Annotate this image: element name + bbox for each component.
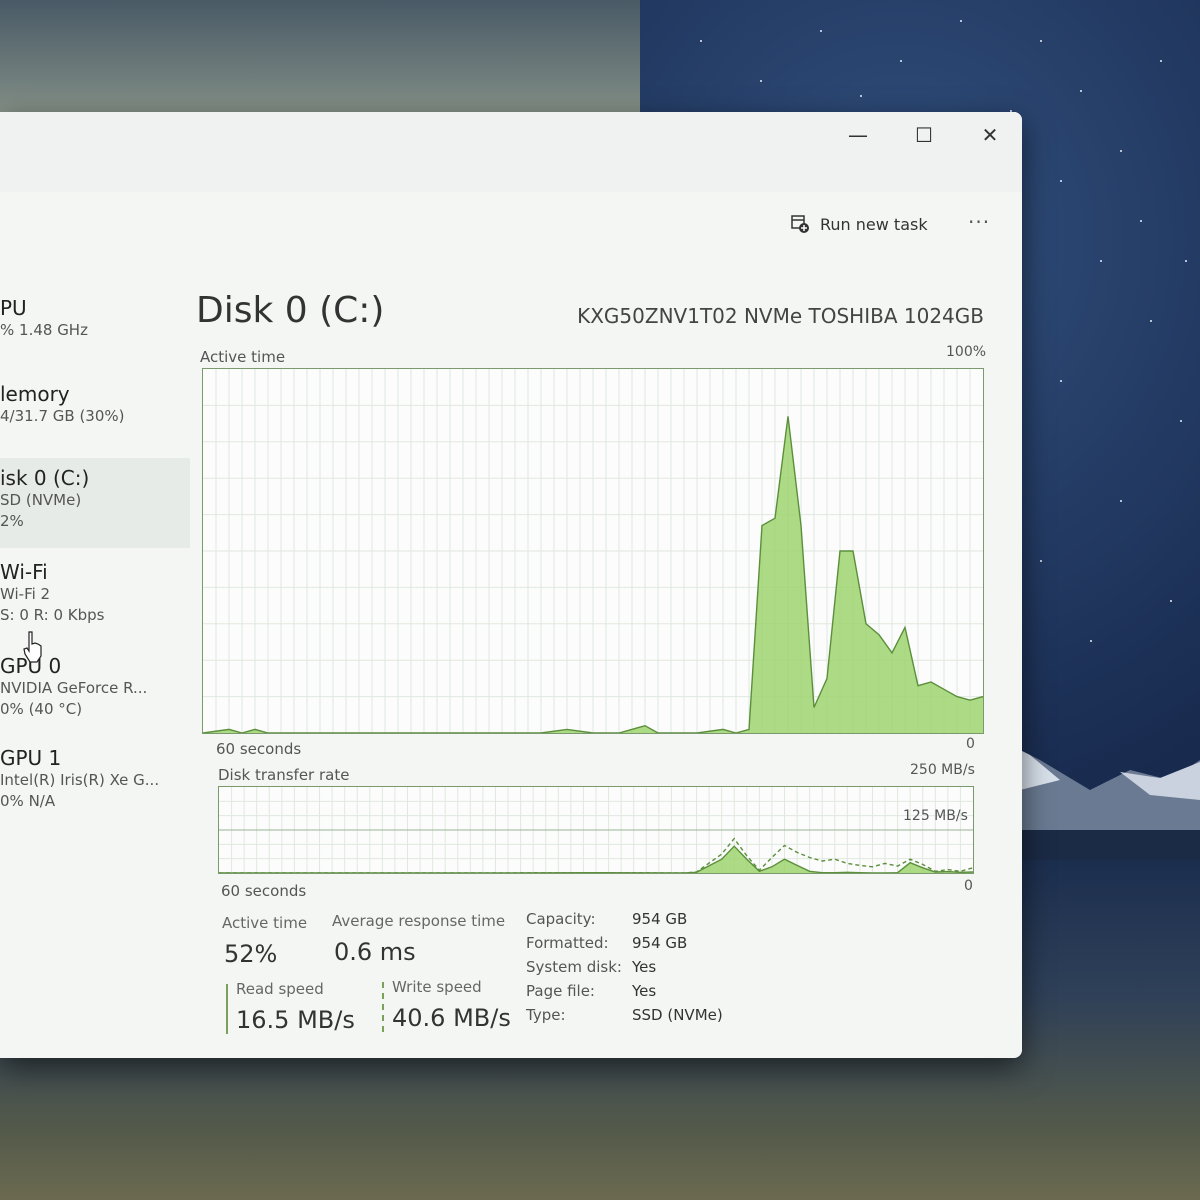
sidebar-item-gpu0[interactable]: GPU 0 NVIDIA GeForce R... 0% (40 °C)	[0, 654, 190, 734]
task-manager-window: — ☐ ✕ Run new task ··· PU % 1.48 GHz lem…	[0, 112, 1022, 1058]
close-button[interactable]: ✕	[970, 120, 1010, 150]
read-speed-label: Read speed	[236, 980, 324, 998]
active-time-max-label: 100%	[946, 344, 987, 360]
star	[960, 20, 962, 22]
active-time-graph-label: Active time	[200, 348, 286, 366]
sidebar-item-subtitle: Intel(R) Iris(R) Xe G...	[0, 771, 160, 789]
sidebar-item-title: Wi-Fi	[0, 560, 48, 584]
sidebar-item-subtitle: Wi-Fi 2	[0, 585, 51, 603]
transfer-rate-graph	[218, 786, 974, 874]
star	[1040, 560, 1042, 562]
title-bar: — ☐ ✕	[0, 112, 1022, 192]
wallpaper-mountains	[1000, 740, 1200, 880]
run-new-task-label: Run new task	[820, 214, 928, 234]
write-speed-value: 40.6 MB/s	[392, 1004, 511, 1032]
sidebar-item-cpu[interactable]: PU % 1.48 GHz	[0, 296, 190, 366]
sidebar-item-title: PU	[0, 296, 27, 320]
system-disk-value: Yes	[632, 958, 657, 976]
star	[900, 60, 902, 62]
transfer-rate-graph-label: Disk transfer rate	[218, 766, 350, 784]
sidebar-item-disk[interactable]: isk 0 (C:) SD (NVMe) 2%	[0, 458, 190, 548]
hand-cursor-icon	[23, 631, 42, 663]
star	[1140, 220, 1142, 222]
avg-response-value: 0.6 ms	[334, 938, 416, 966]
read-speed-value: 16.5 MB/s	[236, 1006, 355, 1034]
sidebar-item-memory[interactable]: lemory 4/31.7 GB (30%)	[0, 382, 190, 452]
star	[860, 95, 862, 97]
active-time-x-right-label: 0	[966, 736, 975, 752]
star	[1040, 40, 1042, 42]
transfer-rate-chart	[219, 787, 973, 873]
transfer-rate-x-right-label: 0	[964, 878, 973, 894]
transfer-rate-x-left-label: 60 seconds	[221, 882, 307, 900]
sidebar-item-subtitle: 4/31.7 GB (30%)	[0, 407, 125, 425]
sidebar-item-usage: 0% (40 °C)	[0, 700, 83, 718]
star	[1060, 180, 1062, 182]
minimize-button[interactable]: —	[838, 120, 878, 150]
active-time-stat-label: Active time	[222, 914, 308, 932]
active-time-stat-value: 52%	[224, 940, 278, 968]
run-task-icon	[791, 215, 809, 233]
star	[1080, 90, 1082, 92]
star	[1185, 260, 1187, 262]
more-options-button[interactable]: ···	[968, 210, 990, 234]
star	[820, 30, 822, 32]
formatted-value: 954 GB	[632, 934, 688, 952]
capacity-value: 954 GB	[632, 910, 688, 928]
maximize-button[interactable]: ☐	[904, 120, 944, 150]
sidebar-item-subtitle: SD (NVMe)	[0, 491, 82, 509]
star	[1150, 320, 1152, 322]
transfer-rate-max-label: 250 MB/s	[910, 762, 975, 778]
sidebar-item-wifi[interactable]: Wi-Fi Wi-Fi 2 S: 0 R: 0 Kbps	[0, 560, 190, 640]
active-time-graph	[202, 368, 984, 734]
page-file-key: Page file:	[526, 982, 595, 1000]
sidebar-item-usage: 2%	[0, 512, 24, 530]
system-disk-key: System disk:	[526, 958, 622, 976]
wallpaper-sky	[0, 0, 640, 130]
write-speed-label: Write speed	[392, 978, 482, 996]
write-speed-legend-line	[382, 982, 384, 1032]
transfer-rate-mid-label: 125 MB/s	[903, 808, 968, 824]
sidebar-item-title: GPU 1	[0, 746, 62, 770]
star	[1180, 420, 1182, 422]
type-key: Type:	[526, 1006, 566, 1024]
star	[1160, 60, 1162, 62]
active-time-chart	[203, 369, 983, 733]
star	[1060, 380, 1062, 382]
sidebar-item-subtitle: % 1.48 GHz	[0, 321, 88, 339]
sidebar-item-title: lemory	[0, 382, 70, 406]
star	[1100, 260, 1102, 262]
avg-response-label: Average response time	[332, 912, 506, 930]
page-file-value: Yes	[632, 982, 657, 1000]
star	[1120, 500, 1122, 502]
page-title: Disk 0 (C:)	[196, 290, 385, 331]
run-new-task-button[interactable]: Run new task	[790, 214, 928, 234]
sidebar-item-usage: S: 0 R: 0 Kbps	[0, 606, 105, 624]
active-time-x-left-label: 60 seconds	[216, 740, 302, 758]
star	[1090, 640, 1092, 642]
star	[1120, 150, 1122, 152]
formatted-key: Formatted:	[526, 934, 609, 952]
capacity-key: Capacity:	[526, 910, 596, 928]
sidebar-item-usage: 0% N/A	[0, 792, 56, 810]
sidebar-item-gpu1[interactable]: GPU 1 Intel(R) Iris(R) Xe G... 0% N/A	[0, 746, 190, 826]
star	[1170, 600, 1172, 602]
star	[760, 80, 762, 82]
disk-model: KXG50ZNV1T02 NVMe TOSHIBA 1024GB	[577, 304, 984, 328]
type-value: SSD (NVMe)	[632, 1006, 723, 1024]
sidebar-item-subtitle: NVIDIA GeForce R...	[0, 679, 148, 697]
sidebar-item-title: isk 0 (C:)	[0, 466, 90, 490]
star	[700, 40, 702, 42]
read-speed-legend-line	[226, 984, 228, 1034]
